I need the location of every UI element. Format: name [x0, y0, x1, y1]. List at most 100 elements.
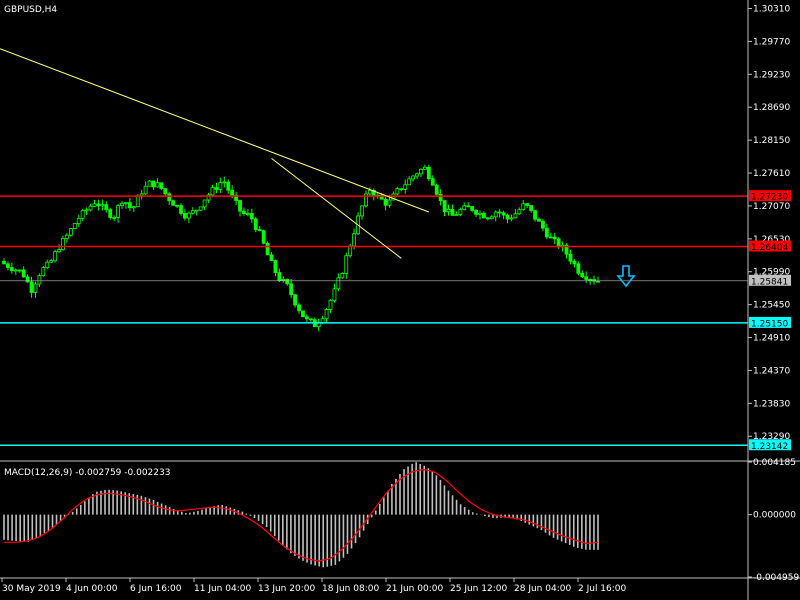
candle-body: [387, 199, 392, 206]
candle-body: [305, 316, 309, 320]
candle-body: [423, 166, 427, 170]
candle-body: [462, 205, 467, 211]
chart-canvas: 1.30310 1.29770 1.29230 1.28690 1.28150 1.276…: [0, 0, 800, 600]
candle-body: [218, 182, 223, 190]
candle-body: [340, 273, 345, 279]
candle-body: [6, 263, 10, 268]
candle-body: [537, 218, 541, 222]
candle-body: [49, 260, 54, 263]
candle-body: [253, 218, 258, 231]
candle-body: [96, 203, 101, 207]
candle-body: [183, 212, 187, 219]
candle-body: [505, 214, 510, 220]
candle-body: [308, 318, 313, 321]
candle-body: [88, 205, 93, 211]
candle-body: [525, 203, 530, 206]
candle-body: [367, 189, 372, 195]
candle-body: [210, 187, 215, 196]
candle-body: [61, 237, 65, 250]
candle-body: [194, 209, 199, 212]
candle-body: [415, 173, 419, 177]
candle-body: [29, 281, 34, 293]
time-tick-label: 25 Jun 12:00: [450, 584, 507, 594]
candle-body: [332, 288, 337, 301]
candle-body: [289, 283, 294, 296]
candle-body: [277, 272, 282, 281]
candle-body: [131, 206, 136, 209]
candle-body: [324, 309, 329, 320]
candle-body: [135, 195, 140, 208]
price-tick-label: 1.27610: [753, 169, 790, 179]
candle-body: [497, 211, 502, 214]
price-level-tag: 1.23142: [751, 442, 788, 452]
candle-body: [143, 185, 148, 195]
candle-body: [474, 209, 478, 215]
candle-body: [72, 223, 77, 230]
price-tick-label: 1.25450: [753, 301, 790, 311]
price-tick-label: 1.24910: [753, 334, 790, 344]
candle-body: [21, 269, 26, 278]
candle-body: [548, 236, 553, 239]
candle-body: [320, 318, 325, 324]
candle-body: [41, 267, 46, 277]
time-tick-label: 13 Jun 20:00: [258, 584, 315, 594]
candle-body: [533, 210, 537, 220]
candle-body: [147, 180, 152, 187]
candle-body: [478, 212, 482, 215]
candle-body: [285, 278, 290, 285]
candle-body: [151, 180, 156, 188]
time-tick-label: 4 Jun 00:00: [66, 584, 118, 594]
macd-title: MACD(12,26,9) -0.002759 -0.002233: [4, 468, 170, 478]
price-level-tag: 1.27230: [751, 193, 788, 203]
candle-body: [576, 263, 581, 274]
candle-body: [493, 211, 498, 218]
macd-tick-label: -0.004959: [753, 573, 799, 583]
candle-body: [175, 204, 179, 207]
candle-body: [596, 280, 600, 283]
price-level-tag: 1.25150: [751, 319, 788, 329]
price-level-tag: 1.26404: [751, 243, 788, 253]
candle-body: [360, 205, 364, 217]
candle-body: [226, 181, 231, 191]
candle-body: [222, 181, 227, 184]
candle-body: [33, 283, 38, 293]
time-tick-label: 18 Jun 08:00: [322, 584, 379, 594]
candle-body: [92, 203, 97, 207]
price-tick-label: 1.29230: [753, 70, 790, 80]
chart-title: GBPUSD,H4: [4, 5, 57, 15]
candle-body: [281, 278, 286, 281]
candle-body: [529, 205, 534, 211]
candle-body: [430, 178, 435, 186]
candle-body: [9, 267, 14, 271]
candle-body: [171, 200, 176, 206]
candle-body: [395, 188, 400, 195]
candle-body: [513, 213, 518, 219]
price-tick-label: 1.28150: [753, 136, 790, 146]
candle-body: [80, 210, 85, 219]
candle-body: [257, 229, 262, 232]
candle-body: [348, 245, 353, 257]
candle-body: [198, 206, 203, 211]
candle-body: [383, 198, 388, 206]
price-tick-label: 1.30310: [753, 5, 790, 15]
candle-body: [438, 193, 443, 201]
candle-body: [419, 168, 423, 175]
candle-body: [454, 214, 459, 217]
candle-body: [328, 300, 333, 310]
candle-body: [273, 260, 278, 273]
time-tick-label: 28 Jun 04:00: [514, 584, 571, 594]
candle-body: [336, 277, 341, 290]
candle-body: [159, 182, 164, 189]
candle-body: [584, 276, 589, 280]
time-tick-label: 6 Jun 16:00: [130, 584, 182, 594]
candle-body: [450, 209, 455, 216]
candle-body: [37, 275, 42, 285]
candle-body: [588, 279, 593, 281]
candle-body: [214, 187, 219, 190]
candle-body: [501, 212, 506, 216]
candle-body: [399, 188, 404, 191]
candle-body: [124, 202, 128, 205]
candle-body: [556, 238, 561, 248]
candle-body: [167, 193, 172, 202]
candle-body: [53, 251, 58, 262]
